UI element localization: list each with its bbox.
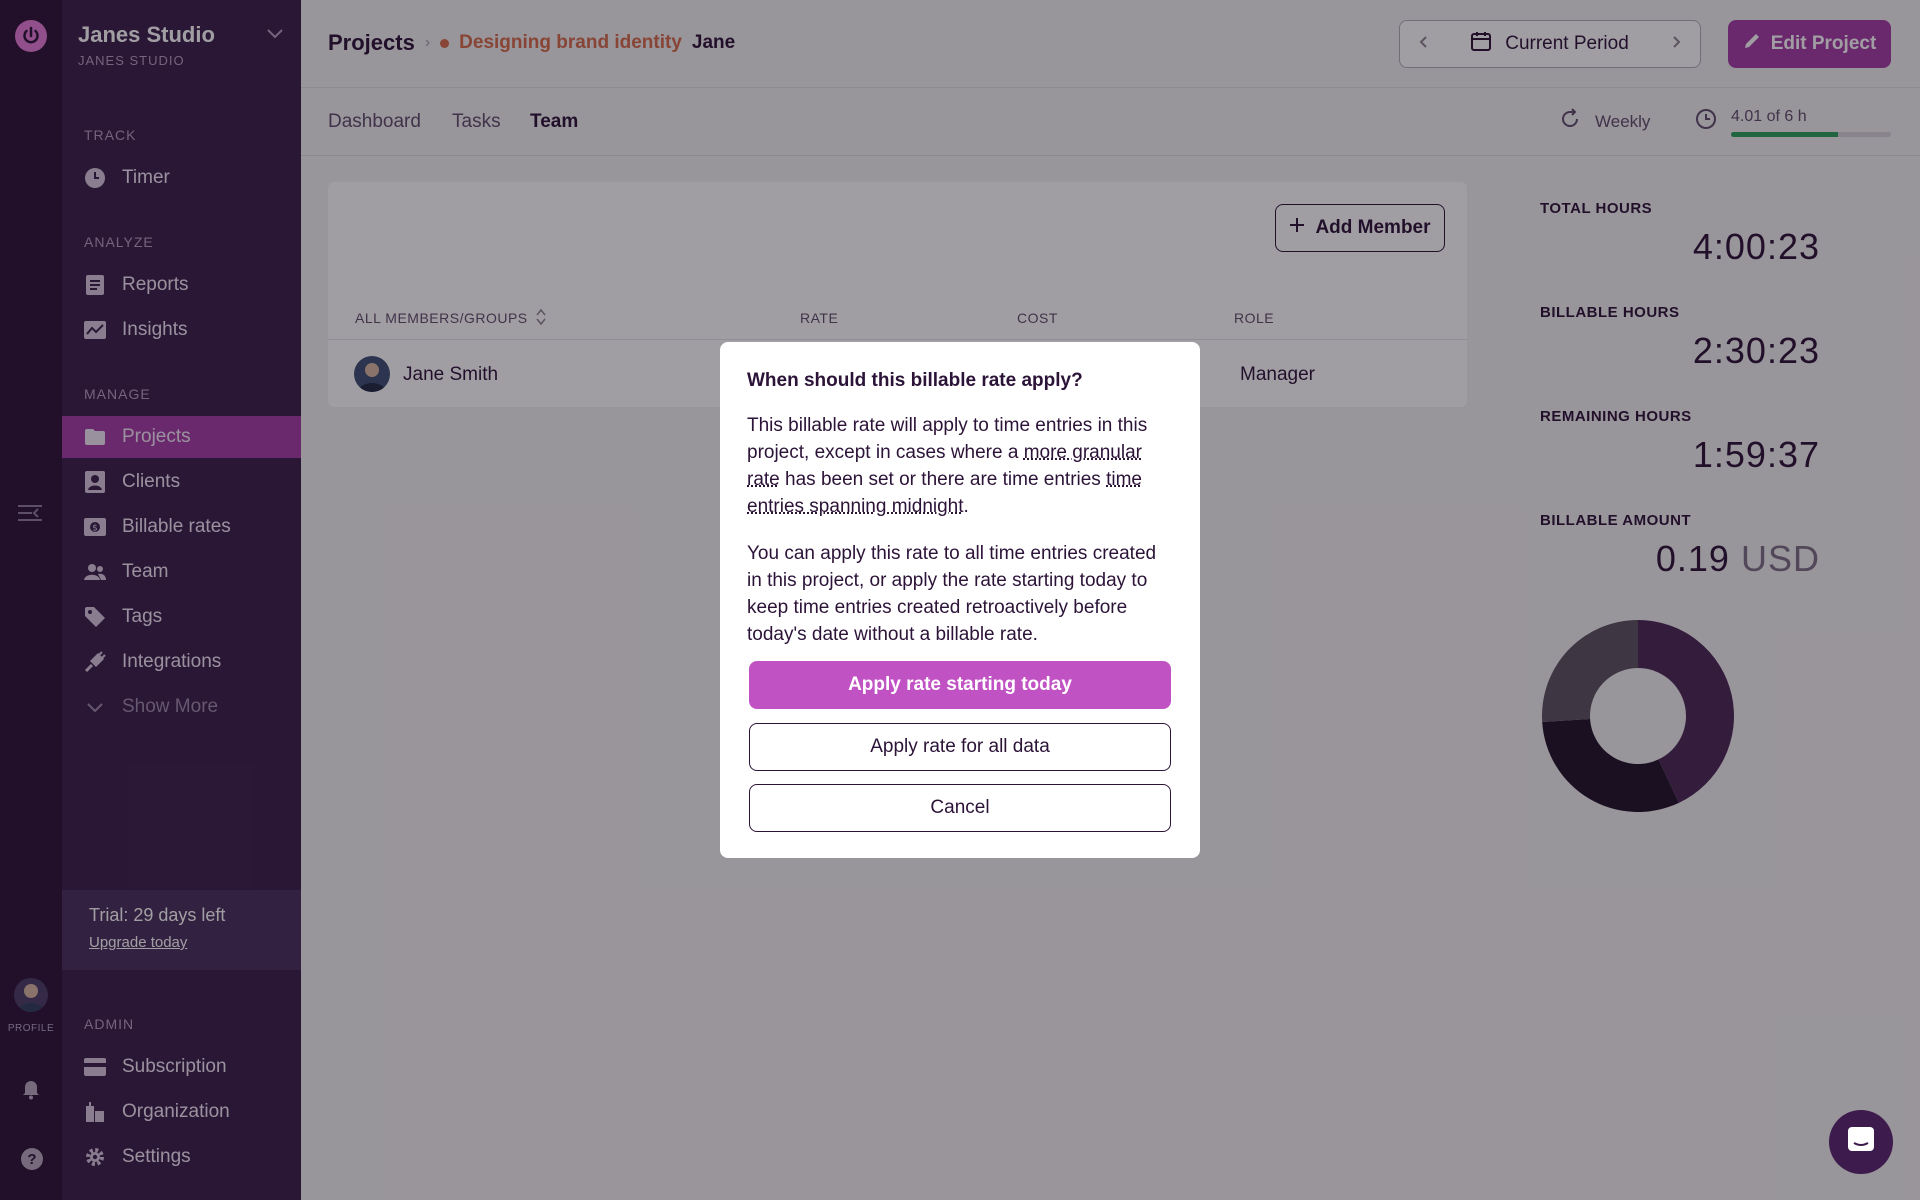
- dialog-text: has been set or there are time entries: [779, 469, 1107, 490]
- apply-rate-today-button[interactable]: Apply rate starting today: [749, 661, 1171, 709]
- dialog-text: .: [963, 496, 969, 517]
- chat-launcher-button[interactable]: [1829, 1110, 1893, 1174]
- dialog-paragraph-1: This billable rate will apply to time en…: [747, 412, 1174, 520]
- billable-rate-dialog: When should this billable rate apply? Th…: [720, 342, 1200, 858]
- dialog-paragraph-2: You can apply this rate to all time entr…: [747, 543, 1157, 645]
- chat-icon: [1846, 1125, 1876, 1160]
- dialog-title: When should this billable rate apply?: [747, 370, 1083, 391]
- cancel-button[interactable]: Cancel: [749, 784, 1171, 832]
- apply-rate-all-data-button[interactable]: Apply rate for all data: [749, 723, 1171, 771]
